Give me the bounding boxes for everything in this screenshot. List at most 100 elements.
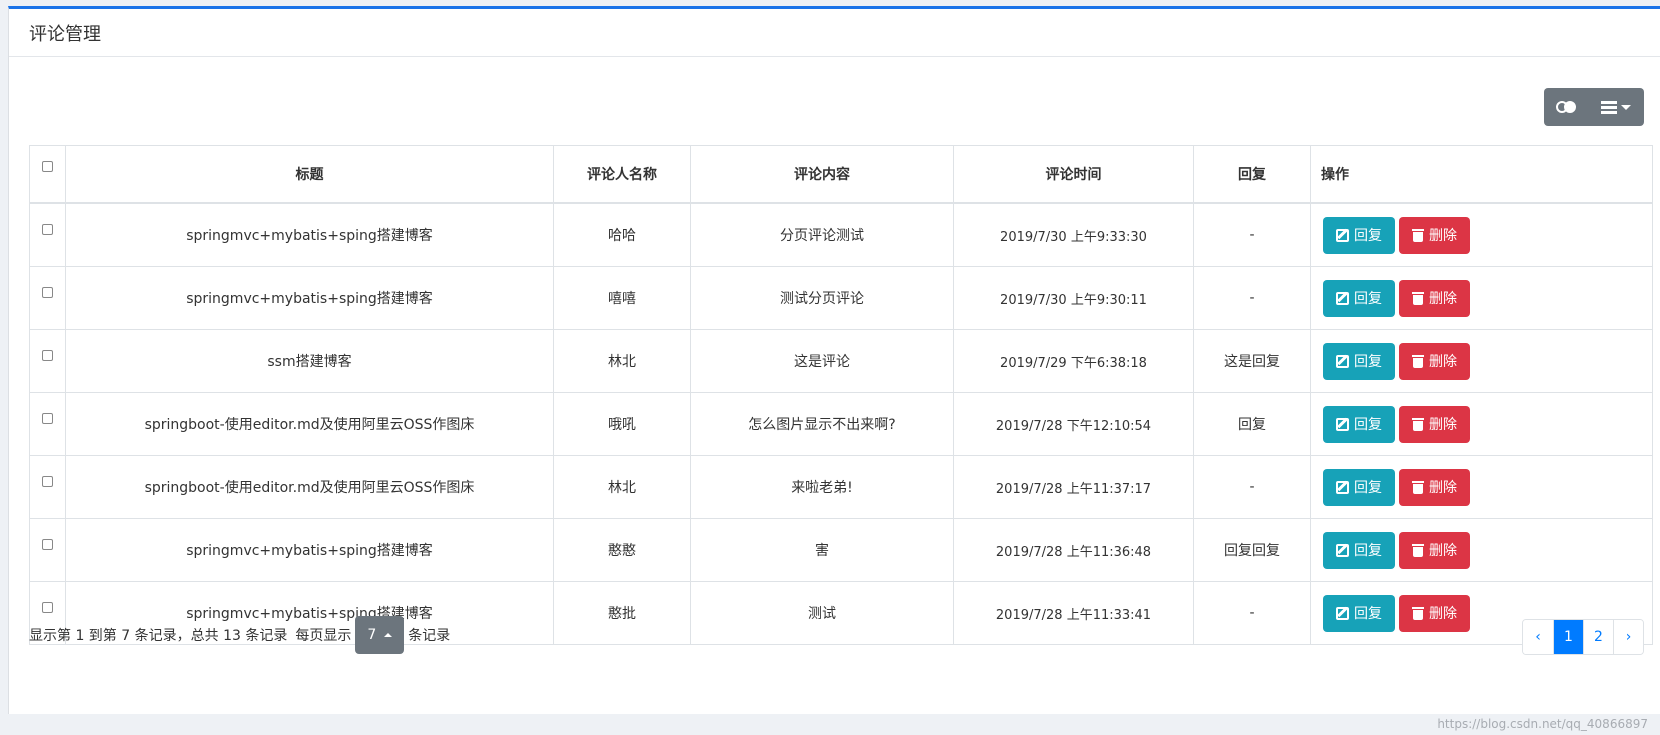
table-row: springmvc+mybatis+sping搭建博客 憨憨害 2019/7/28 …: [29, 518, 1653, 582]
columns-dropdown-button[interactable]: [1588, 88, 1644, 126]
toggle-view-icon: [1556, 101, 1576, 113]
edit-icon: [1336, 417, 1349, 431]
delete-button[interactable]: 删除: [1399, 216, 1470, 254]
cell-title: springmvc+mybatis+sping搭建博客: [65, 518, 554, 582]
cell-reply: 回复回复: [1193, 518, 1311, 582]
delete-button[interactable]: 删除: [1399, 342, 1470, 380]
page-title: 评论管理: [9, 9, 1660, 57]
row-checkbox[interactable]: [42, 412, 53, 424]
reply-button-label: 回复: [1354, 417, 1382, 433]
cell-reply: 回复: [1193, 392, 1311, 456]
delete-button-label: 删除: [1429, 480, 1457, 496]
cell-content: 分页评论测试: [690, 202, 954, 267]
table-toolbar: [1544, 88, 1644, 126]
reply-button-label: 回复: [1354, 606, 1382, 622]
row-checkbox[interactable]: [42, 601, 53, 613]
row-checkbox[interactable]: [42, 538, 53, 550]
cell-reply: -: [1193, 266, 1311, 330]
reply-button[interactable]: 回复: [1323, 594, 1395, 632]
reply-button-label: 回复: [1354, 354, 1382, 370]
row-select-cell: [29, 329, 66, 393]
cell-time: 2019/7/30 上午9:33:30: [953, 202, 1194, 267]
header-title[interactable]: 标题: [65, 145, 554, 204]
cell-commenter: 林北: [553, 329, 691, 393]
columns-list-icon: [1601, 100, 1631, 114]
row-checkbox[interactable]: [42, 223, 53, 235]
reply-button[interactable]: 回复: [1323, 531, 1395, 569]
trash-icon: [1412, 543, 1424, 557]
cell-time: 2019/7/28 上午11:37:17: [953, 455, 1194, 519]
comments-table: 标题 评论人名称 评论内容 评论时间 回复 操作 springmvc+mybat…: [29, 145, 1653, 645]
cell-commenter: 林北: [553, 455, 691, 519]
header-time[interactable]: 评论时间: [953, 145, 1194, 204]
select-all-checkbox[interactable]: [42, 160, 53, 172]
trash-icon: [1412, 291, 1424, 305]
watermark: https://blog.csdn.net/qq_40866897: [1437, 717, 1648, 731]
table-row: springboot-使用editor.md及使用阿里云OSS作图床 哦吼 怎么图片…: [29, 392, 1653, 456]
cell-content: 害: [690, 518, 954, 582]
edit-icon: [1336, 291, 1349, 305]
reply-button[interactable]: 回复: [1323, 468, 1395, 506]
page-prev-button[interactable]: ‹: [1523, 620, 1553, 654]
per-page-suffix: 条记录: [408, 628, 451, 644]
delete-button[interactable]: 删除: [1399, 468, 1470, 506]
reply-button-label: 回复: [1354, 228, 1382, 244]
trash-icon: [1412, 354, 1424, 368]
edit-icon: [1336, 228, 1349, 242]
cell-commenter: 哦吼: [553, 392, 691, 456]
cell-content: 这是评论: [690, 329, 954, 393]
cell-content: 测试: [690, 581, 954, 645]
select-all-cell: [29, 145, 66, 204]
reply-button[interactable]: 回复: [1323, 405, 1395, 443]
header-content[interactable]: 评论内容: [690, 145, 954, 204]
row-select-cell: [29, 392, 66, 456]
delete-button[interactable]: 删除: [1399, 531, 1470, 569]
cell-title: springmvc+mybatis+sping搭建博客: [65, 266, 554, 330]
edit-icon: [1336, 606, 1349, 620]
cell-title: springboot-使用editor.md及使用阿里云OSS作图床: [65, 455, 554, 519]
trash-icon: [1412, 417, 1424, 431]
header-actions: 操作: [1310, 145, 1653, 204]
cell-content: 测试分页评论: [690, 266, 954, 330]
delete-button[interactable]: 删除: [1399, 405, 1470, 443]
trash-icon: [1412, 228, 1424, 242]
row-select-cell: [29, 266, 66, 330]
toggle-view-button[interactable]: [1544, 88, 1588, 126]
reply-button-label: 回复: [1354, 543, 1382, 559]
page-1-button[interactable]: 1: [1553, 620, 1583, 654]
row-checkbox[interactable]: [42, 475, 53, 487]
cell-time: 2019/7/30 上午9:30:11: [953, 266, 1194, 330]
trash-icon: [1412, 480, 1424, 494]
reply-button[interactable]: 回复: [1323, 279, 1395, 317]
row-checkbox[interactable]: [42, 286, 53, 298]
cell-commenter: 憨批: [553, 581, 691, 645]
header-reply[interactable]: 回复: [1193, 145, 1311, 204]
row-select-cell: [29, 202, 66, 267]
reply-button-label: 回复: [1354, 291, 1382, 307]
delete-button[interactable]: 删除: [1399, 594, 1470, 632]
record-range-text: 显示第 1 到第 7 条记录，总共 13 条记录: [29, 628, 288, 644]
trash-icon: [1412, 606, 1424, 620]
page-next-button[interactable]: ›: [1613, 620, 1643, 654]
delete-button-label: 删除: [1429, 543, 1457, 559]
caret-up-icon: [384, 633, 393, 637]
table-row: springmvc+mybatis+sping搭建博客 哈哈 分页评论测试 2019/…: [29, 202, 1653, 267]
page-size-dropdown[interactable]: 7: [355, 616, 405, 654]
cell-title: ssm搭建博客: [65, 329, 554, 393]
cell-actions: 回复 删除: [1310, 266, 1653, 330]
delete-button-label: 删除: [1429, 606, 1457, 622]
page-2-button[interactable]: 2: [1583, 620, 1613, 654]
cell-actions: 回复 删除: [1310, 455, 1653, 519]
reply-button[interactable]: 回复: [1323, 342, 1395, 380]
header-commenter[interactable]: 评论人名称: [553, 145, 691, 204]
delete-button-label: 删除: [1429, 417, 1457, 433]
cell-actions: 回复 删除: [1310, 392, 1653, 456]
table-row: springmvc+mybatis+sping搭建博客 嘻嘻 测试分页评论 2019/…: [29, 266, 1653, 330]
delete-button[interactable]: 删除: [1399, 279, 1470, 317]
pagination: ‹ 1 2 ›: [1522, 619, 1644, 655]
row-checkbox[interactable]: [42, 349, 53, 361]
reply-button[interactable]: 回复: [1323, 216, 1395, 254]
cell-actions: 回复 删除: [1310, 329, 1653, 393]
pagination-info: 显示第 1 到第 7 条记录，总共 13 条记录 每页显示 7 条记录: [29, 616, 450, 654]
table-header-row: 标题 评论人名称 评论内容 评论时间 回复 操作: [29, 145, 1653, 204]
